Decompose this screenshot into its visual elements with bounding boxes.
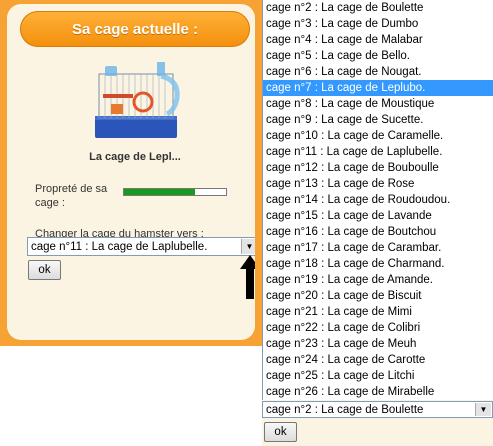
dropdown-option[interactable]: cage n°21 : La cage de Mimi bbox=[263, 304, 493, 320]
bottom-ok-button[interactable]: ok bbox=[264, 422, 297, 442]
dropdown-option[interactable]: cage n°13 : La cage de Rose bbox=[263, 176, 493, 192]
dropdown-option[interactable]: cage n°8 : La cage de Moustique bbox=[263, 96, 493, 112]
dropdown-option[interactable]: cage n°11 : La cage de Laplubelle. bbox=[263, 144, 493, 160]
cage-select-value: cage n°11 : La cage de Laplubelle. bbox=[31, 240, 208, 253]
cage-select[interactable]: cage n°11 : La cage de Laplubelle. ▼ bbox=[27, 237, 259, 256]
ok-button[interactable]: ok bbox=[28, 260, 61, 280]
dropdown-option[interactable]: cage n°20 : La cage de Biscuit bbox=[263, 288, 493, 304]
dropdown-option[interactable]: cage n°19 : La cage de Amande. bbox=[263, 272, 493, 288]
panel-edge bbox=[255, 0, 262, 346]
dropdown-option[interactable]: cage n°5 : La cage de Bello. bbox=[263, 48, 493, 64]
dropdown-option[interactable]: cage n°9 : La cage de Sucette. bbox=[263, 112, 493, 128]
cage-dropdown-list[interactable]: cage n°2 : La cage de Boulette cage n°3 … bbox=[262, 0, 493, 400]
dropdown-option[interactable]: cage n°4 : La cage de Malabar bbox=[263, 32, 493, 48]
hamster-cage-image bbox=[95, 62, 180, 138]
dropdown-option[interactable]: cage n°17 : La cage de Carambar. bbox=[263, 240, 493, 256]
dropdown-option[interactable]: cage n°26 : La cage de Mirabelle bbox=[263, 384, 493, 400]
cleanliness-meter-fill bbox=[124, 189, 196, 195]
dropdown-option[interactable]: cage n°15 : La cage de Lavande bbox=[263, 208, 493, 224]
current-cage-name: La cage de Lepl... bbox=[89, 151, 181, 163]
dropdown-option[interactable]: cage n°2 : La cage de Boulette bbox=[263, 0, 493, 16]
dropdown-option[interactable]: cage n°12 : La cage de Bouboulle bbox=[263, 160, 493, 176]
dropdown-option[interactable]: cage n°3 : La cage de Dumbo bbox=[263, 16, 493, 32]
panel-title: Sa cage actuelle : bbox=[20, 11, 250, 47]
dropdown-option[interactable]: cage n°23 : La cage de Meuh bbox=[263, 336, 493, 352]
bottom-cage-select[interactable]: cage n°2 : La cage de Boulette ▼ bbox=[262, 401, 493, 418]
dropdown-option[interactable]: cage n°16 : La cage de Boutchou bbox=[263, 224, 493, 240]
dropdown-option-highlighted[interactable]: cage n°7 : La cage de Leplubo. bbox=[263, 80, 493, 96]
dropdown-option[interactable]: cage n°25 : La cage de Litchi bbox=[263, 368, 493, 384]
dropdown-option[interactable]: cage n°10 : La cage de Caramelle. bbox=[263, 128, 493, 144]
dropdown-option[interactable]: cage n°6 : La cage de Nougat. bbox=[263, 64, 493, 80]
bottom-cage-select-value: cage n°2 : La cage de Boulette bbox=[266, 403, 424, 416]
dropdown-option[interactable]: cage n°14 : La cage de Roudoudou. bbox=[263, 192, 493, 208]
cleanliness-label: Propreté de sa cage : bbox=[35, 183, 108, 209]
dropdown-option[interactable]: cage n°18 : La cage de Charmand. bbox=[263, 256, 493, 272]
dropdown-option[interactable]: cage n°22 : La cage de Colibri bbox=[263, 320, 493, 336]
chevron-down-icon[interactable]: ▼ bbox=[475, 403, 491, 416]
current-cage-panel: Sa cage actuelle : La cage de Lepl... Pr… bbox=[7, 4, 255, 340]
dropdown-option[interactable]: cage n°24 : La cage de Carotte bbox=[263, 352, 493, 368]
cleanliness-meter bbox=[123, 188, 227, 196]
